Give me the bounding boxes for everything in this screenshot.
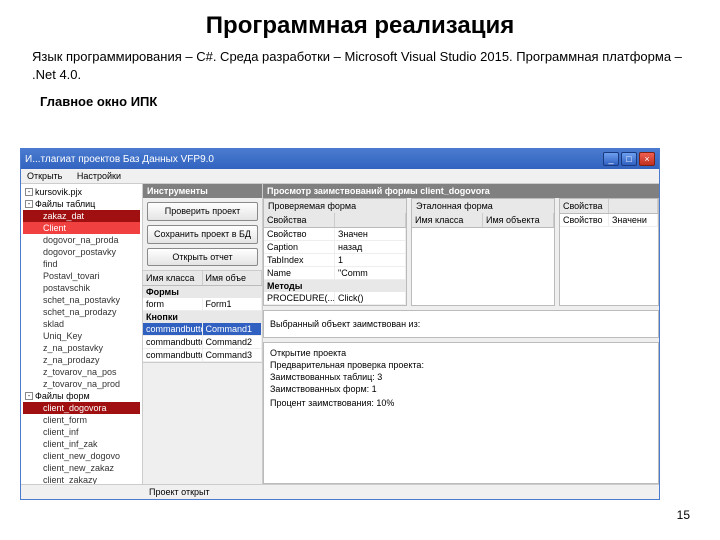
log-line: Предварительная проверка проекта: [270,359,652,371]
window-titlebar: И...тлагиат проектов Баз Данных VFP9.0 _… [21,149,659,169]
etalon-props-pane: Свойства Свойство Значени [559,198,659,306]
body-area: -kursovik.pjx-Файлы таблицzakaz_datClien… [21,184,659,484]
tree-item[interactable]: z_na_prodazy [23,354,140,366]
prop-row[interactable]: Name"Comm [264,267,406,280]
tree-item[interactable]: client_dogovora [23,402,140,414]
col-class-name: Имя класса [143,271,203,285]
check-project-button[interactable]: Проверить проект [147,202,258,221]
prop-row[interactable]: Captionназад [264,241,406,254]
log-line: Заимствованных таблиц: 3 [270,371,652,383]
tree-item[interactable]: client_new_zakaz [23,462,140,474]
window-title: И...тлагиат проектов Баз Данных VFP9.0 [25,154,601,165]
section-forms: Формы [143,286,262,298]
tree-item[interactable]: client_zakazy [23,474,140,484]
tree-item[interactable]: schet_na_postavky [23,294,140,306]
menu-open[interactable]: Открыть [27,171,62,181]
tree-item[interactable]: dogovor_na_proda [23,234,140,246]
status-text: Проект открыт [149,487,210,497]
maximize-button[interactable]: □ [621,152,637,166]
tree-item[interactable]: client_new_dogovo [23,450,140,462]
etalon-form-pane: Эталонная форма Имя класса Имя объекта [411,198,555,306]
tree-item[interactable]: Client [23,222,140,234]
tree-item[interactable]: sklad [23,318,140,330]
tree-item[interactable]: zakaz_dat [23,210,140,222]
methods-label: Методы [264,280,406,292]
tree-item[interactable]: z_na_postavky [23,342,140,354]
tools-column: Инструменты Проверить проект Сохранить п… [143,184,263,484]
etalon-grid[interactable]: Имя класса Имя объекта [412,213,554,268]
tree-item[interactable]: dogovor_postavky [23,246,140,258]
log-line: Процент заимствования: 10% [270,397,652,409]
close-button[interactable]: × [639,152,655,166]
grid-row[interactable]: commandbuttonCommand3 [143,349,262,362]
etalon-form-label: Эталонная форма [412,199,554,213]
window-caption: Главное окно ИПК [0,86,720,109]
checked-form-pane: Проверяемая форма Свойства СвойствоЗначе… [263,198,407,306]
tree-item[interactable]: postavschik [23,282,140,294]
project-tree[interactable]: -kursovik.pjx-Файлы таблицzakaz_datClien… [21,184,143,484]
tree-item[interactable]: z_tovarov_na_pos [23,366,140,378]
menubar: Открыть Настройки [21,169,659,184]
page-number: 15 [677,508,690,522]
prop-row[interactable]: СвойствоЗначен [264,228,406,241]
tree-item[interactable]: z_tovarov_na_prod [23,378,140,390]
tree-item[interactable]: -Файлы таблиц [23,198,140,210]
tree-item[interactable]: client_inf [23,426,140,438]
grid-row[interactable]: formForm1 [143,298,262,311]
log-line: Открытие проекта [270,347,652,359]
tree-item[interactable]: client_inf_zak [23,438,140,450]
app-window: И...тлагиат проектов Баз Данных VFP9.0 _… [20,148,660,500]
slide-description: Язык программирования – C#. Среда разраб… [0,44,720,86]
tree-item[interactable]: schet_na_prodazy [23,306,140,318]
tree-item[interactable]: find [23,258,140,270]
grid-row[interactable]: commandbuttonCommand2 [143,336,262,349]
prop-row[interactable]: TabIndex1 [264,254,406,267]
checked-props-grid[interactable]: Свойства СвойствоЗначенCaptionназадTabIn… [264,213,406,305]
main-header: Просмотр заимствований формы client_dogo… [263,184,659,198]
grid-row[interactable]: commandbuttonCommand1 [143,323,262,336]
log-line: Заимствованных форм: 1 [270,383,652,395]
forms-grid[interactable]: Имя класса Имя объе Формы formForm1 Кноп… [143,270,262,363]
slide-title: Программная реализация [0,0,720,44]
tools-header: Инструменты [143,184,262,198]
tree-item[interactable]: Postavl_tovari [23,270,140,282]
checked-form-label: Проверяемая форма [264,199,406,213]
section-buttons: Кнопки [143,311,262,323]
save-project-button[interactable]: Сохранить проект в БД [147,225,258,244]
open-report-button[interactable]: Открыть отчет [147,248,258,267]
minimize-button[interactable]: _ [603,152,619,166]
log-panel[interactable]: Открытие проектаПредварительная проверка… [263,342,659,484]
tree-item[interactable]: -kursovik.pjx [23,186,140,198]
tree-item[interactable]: -Файлы форм [23,390,140,402]
menu-settings[interactable]: Настройки [77,171,121,181]
right-area: Просмотр заимствований формы client_dogo… [263,184,659,484]
statusbar: Проект открыт [21,484,659,499]
tree-item[interactable]: Uniq_Key [23,330,140,342]
tree-item[interactable]: client_form [23,414,140,426]
col-object-name: Имя объе [203,271,263,285]
borrowed-info: Выбранный объект заимствован из: [263,310,659,338]
